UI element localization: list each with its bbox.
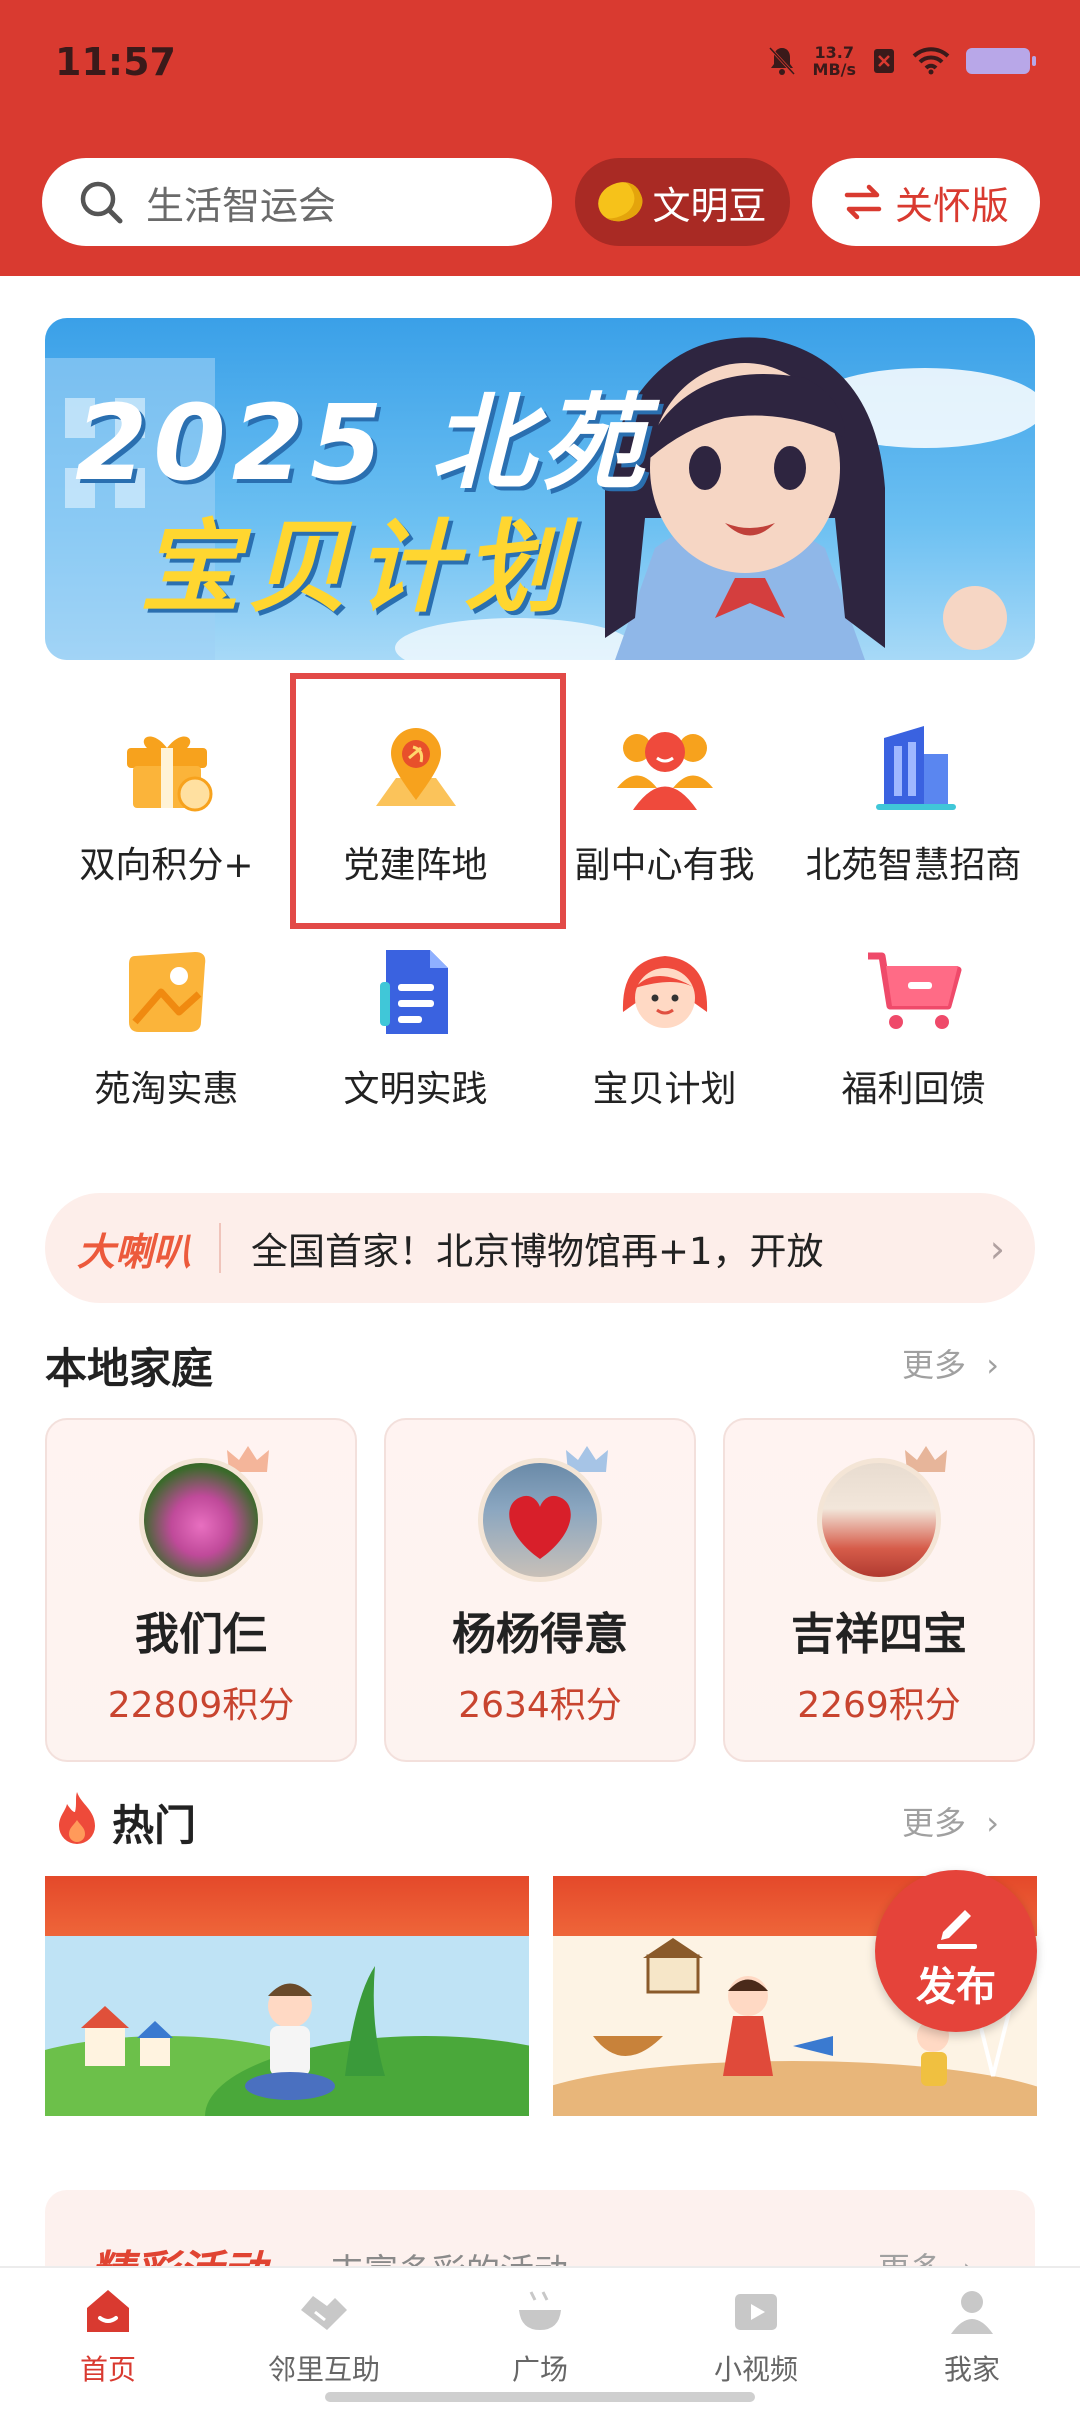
wifi-icon [912,47,950,75]
nav-label: 我家 [943,2353,1000,2386]
chevron-right-icon: › [986,1804,999,1842]
grid-item-label: 双向积分+ [79,845,254,886]
announcement-divider [219,1223,222,1273]
grid-item-subcenter[interactable]: 副中心有我 [540,690,789,890]
nav-item-square[interactable]: 广场 [432,2284,648,2388]
family-name: 吉祥四宝 [791,1609,967,1660]
grid-item-label: 文明实践 [343,1069,488,1110]
cart-icon [867,952,961,1029]
nav-label: 邻里互助 [267,2353,380,2386]
avatar [478,1458,602,1582]
app-header: 11:57 13.7 MB/s 生活智运会 文明豆 关怀版 [0,0,1080,276]
family-points: 2269积分 [797,1685,961,1726]
bowl-icon [519,2291,561,2330]
promo-banner[interactable]: 2025 北苑 宝贝计划 [45,318,1035,660]
swap-arrows-icon [844,184,882,220]
search-placeholder: 生活智运会 [146,183,337,228]
network-speed: 13.7 MB/s [813,44,856,78]
avatar [817,1458,941,1582]
family-card[interactable]: 吉祥四宝 2269积分 [723,1418,1035,1762]
care-mode-label: 关怀版 [894,183,1009,228]
banner-title-line2: 宝贝计划 [140,509,572,626]
family-name: 杨杨得意 [452,1609,628,1660]
tag-icon [128,952,205,1032]
home-icon [87,2290,129,2332]
battery-icon [966,48,1036,74]
more-label: 更多 [902,1804,967,1842]
home-indicator [325,2392,755,2402]
nav-label: 首页 [79,2353,136,2386]
building-icon [875,726,956,810]
announcement-tag: 大喇叭 [77,1229,192,1274]
nav-item-home[interactable]: 首页 [0,2284,216,2388]
publish-label: 发布 [916,1964,996,2010]
grid-item-welfare[interactable]: 福利回馈 [789,914,1038,1114]
bottom-navigation: 首页 邻里互助 广场 小视频 我家 [0,2266,1080,2410]
family-points: 22809积分 [107,1685,295,1726]
civil-bean-button[interactable]: 文明豆 [575,158,790,246]
announcement-bar[interactable]: 大喇叭 全国首家！北京博物馆再+1，开放 › [45,1193,1035,1303]
status-time: 11:57 [55,40,176,84]
people-icon [616,732,713,810]
section-title-hot: 热门 [112,1801,197,1850]
nav-item-my-home[interactable]: 我家 [864,2284,1080,2388]
speed-value: 13.7 [814,43,854,62]
family-name: 我们仨 [135,1609,267,1660]
grid-item-baby-plan[interactable]: 宝贝计划 [540,914,789,1114]
grid-item-investment[interactable]: 北苑智慧招商 [789,690,1038,890]
care-mode-button[interactable]: 关怀版 [812,158,1040,246]
sim-off-icon [874,49,894,73]
search-bar[interactable]: 生活智运会 [42,158,552,246]
heart-photo [509,1495,571,1559]
civil-bean-label: 文明豆 [652,183,767,228]
child-face-icon [622,956,707,1028]
search-icon [80,181,123,224]
chevron-right-icon: › [986,1346,999,1384]
section-title-local-families: 本地家庭 [45,1344,214,1393]
grid-item-label: 北苑智慧招商 [805,845,1022,886]
document-icon [379,950,448,1034]
status-bar: 11:57 13.7 MB/s [0,0,1080,120]
nav-item-neighbor-help[interactable]: 邻里互助 [216,2284,432,2388]
nav-label: 小视频 [713,2353,798,2386]
grid-item-points[interactable]: 双向积分+ [42,690,291,890]
announcement-message: 全国首家！北京博物馆再+1，开放 [251,1230,824,1273]
hot-illustration [45,1936,529,2116]
chevron-right-icon: › [989,1227,1005,1271]
speed-unit: MB/s [812,60,856,79]
nav-label: 广场 [511,2353,568,2386]
user-icon [951,2291,993,2334]
handshake-icon [301,2296,347,2330]
grid-item-civility[interactable]: 文明实践 [291,914,540,1114]
more-label: 更多 [902,1346,967,1384]
grid-item-deals[interactable]: 苑淘实惠 [42,914,291,1114]
highlight-box [290,673,566,929]
mute-bell-icon [768,46,795,76]
grid-item-label: 宝贝计划 [592,1069,737,1110]
gift-icon [126,736,212,812]
flame-icon [59,1792,95,1844]
bean-icon [592,175,649,229]
publish-button[interactable]: 发布 [875,1870,1037,2032]
status-icons: 13.7 MB/s [767,44,1036,78]
video-icon [735,2294,777,2330]
nav-item-short-video[interactable]: 小视频 [648,2284,864,2388]
avatar [139,1458,263,1582]
hot-more-link[interactable]: 更多 › [902,1798,999,1844]
grid-item-label: 副中心有我 [574,845,755,886]
hot-item-image[interactable] [45,1876,529,2116]
family-card[interactable]: 我们仨 22809积分 [45,1418,357,1762]
family-card[interactable]: 杨杨得意 2634积分 [384,1418,696,1762]
family-points: 2634积分 [458,1685,622,1726]
grid-item-label: 苑淘实惠 [94,1069,239,1110]
local-families-more-link[interactable]: 更多 › [902,1340,999,1386]
pencil-icon [937,1910,977,1949]
grid-item-label: 福利回馈 [841,1069,986,1110]
